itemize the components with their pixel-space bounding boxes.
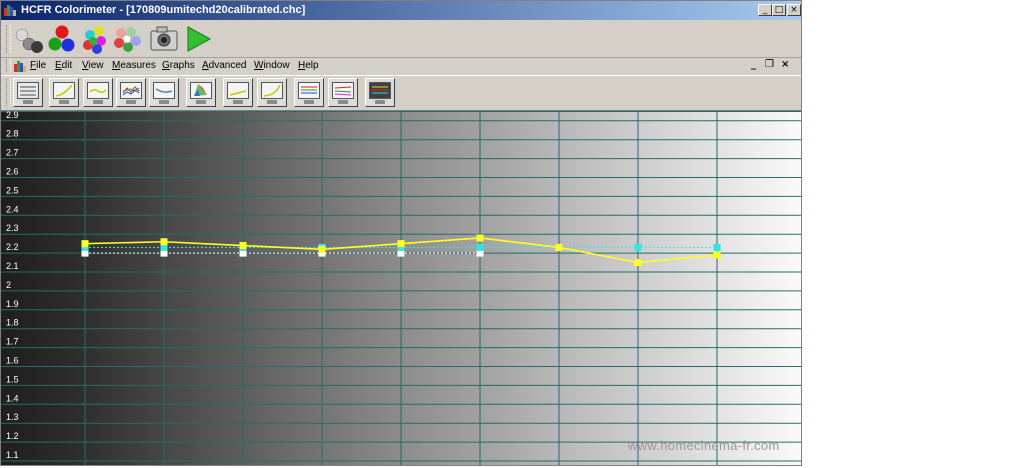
measured-gamma-point [239,242,247,250]
main-toolbar [1,21,801,58]
y-tick-label: 2.3 [6,223,19,233]
measured-gamma-point [476,234,484,242]
y-tick-label: 1.8 [6,318,19,328]
close-button[interactable]: × [787,4,801,16]
menu-file[interactable]: File [30,60,46,71]
main-window: HCFR Colorimeter - [170809umitechd20cali… [0,0,802,466]
menu-measures[interactable]: Measures [112,60,156,71]
window-title: HCFR Colorimeter - [170809umitechd20cali… [21,4,306,16]
y-tick-label: 1.3 [6,412,19,422]
measured-gamma-point [397,240,405,248]
view-toolbar-grip[interactable] [6,79,11,106]
near-black-view-icon[interactable] [257,78,287,107]
gamma-graph[interactable]: 2.9 2.8 2.7 2.6 2.5 2.4 2.3 2.2 2.1 2 1.9 1.8 1.7 1.6… [1,111,801,466]
target-gamma-point [634,243,642,251]
luminance-view-icon[interactable] [83,78,113,107]
minimize-button[interactable]: _ [758,4,772,16]
measurements-grid-view-icon[interactable] [365,78,395,107]
play-icon[interactable] [182,23,214,55]
y-tick-label: 1.7 [6,337,19,347]
measured-gamma-point [318,245,326,253]
color-temp-view-icon[interactable] [149,78,179,107]
target-gamma-point [713,243,721,251]
maximize-button[interactable]: □ [772,4,786,16]
measured-gamma-point [555,243,563,251]
y-tick-label: 2.5 [6,185,19,195]
menubar-grip[interactable] [6,59,11,72]
y-tick-label: 1.1 [6,450,19,460]
menu-window[interactable]: Window [254,60,290,71]
y-tick-label: 2 [6,280,11,290]
y-tick-label: 2.6 [6,167,19,177]
measures-view-icon[interactable] [13,78,43,107]
menu-graphs[interactable]: Graphs [162,60,195,71]
document-icon [14,61,26,72]
y-tick-label: 2.1 [6,261,19,271]
mdi-close-button[interactable]: × [781,59,789,70]
view-toolbar [1,75,801,111]
title-bar[interactable]: HCFR Colorimeter - [170809umitechd20cali… [1,1,801,20]
saturation-luminance-view-icon[interactable] [328,78,358,107]
y-tick-label: 1.4 [6,393,19,403]
app-icon [4,5,16,16]
mdi-minimize-button[interactable]: _ [751,59,756,70]
grayscale-spheres-icon[interactable] [13,23,45,55]
y-tick-label: 2.8 [6,129,19,139]
y-tick-label: 2.4 [6,204,19,214]
rgb-levels-view-icon[interactable] [116,78,146,107]
near-white-view-icon[interactable] [294,78,324,107]
menu-help[interactable]: Help [298,60,319,71]
menu-edit[interactable]: Edit [55,60,72,71]
measured-gamma-point [160,238,168,246]
delta-e-view-icon[interactable] [223,78,253,107]
menu-bar: File Edit View Measures Graphs Advanced … [1,58,801,74]
watermark-text: www.homecinema-fr.com [628,438,780,453]
measured-gamma-point [713,251,721,259]
mdi-restore-button[interactable]: ❐ [765,59,774,70]
y-tick-label: 2.9 [6,111,19,120]
measured-gamma-point [634,259,642,267]
rgb-spheres-icon[interactable] [45,23,77,55]
y-tick-label: 1.2 [6,431,19,441]
target-gamma-point [476,243,484,251]
menu-advanced[interactable]: Advanced [202,60,246,71]
toolbar-grip[interactable] [6,25,11,53]
cie-chart-view-icon[interactable] [186,78,216,107]
y-tick-label: 1.5 [6,374,19,384]
y-tick-label: 2.7 [6,148,19,158]
y-tick-label: 1.6 [6,356,19,366]
y-tick-label: 1.9 [6,299,19,309]
color-spheres-icon[interactable] [79,23,111,55]
camera-icon[interactable] [148,23,180,55]
saturation-spheres-icon[interactable] [111,23,143,55]
measured-gamma-point [81,240,89,248]
y-tick-label: 2.2 [6,242,19,252]
gamma-view-icon[interactable] [49,78,79,107]
menu-view[interactable]: View [82,60,104,71]
